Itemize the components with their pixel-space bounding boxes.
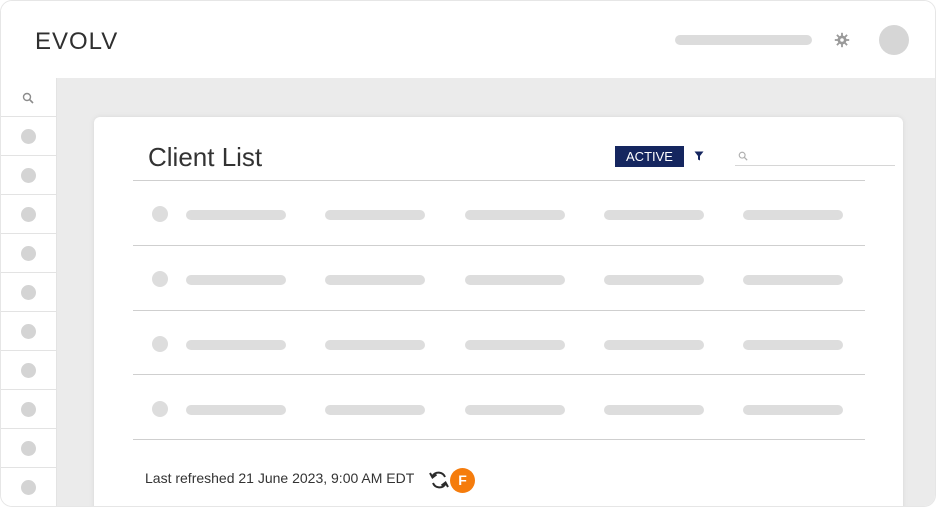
- sidebar-search[interactable]: [1, 78, 56, 117]
- gear-icon[interactable]: [833, 31, 851, 49]
- sidebar-item[interactable]: [1, 234, 56, 273]
- top-bar: EVOLV: [1, 1, 935, 78]
- nav-icon: [21, 129, 36, 144]
- cell-placeholder: [604, 275, 704, 285]
- cell-placeholder: [604, 340, 704, 350]
- user-badge[interactable]: F: [450, 468, 475, 493]
- main-content: Client List ACTIVE Last refreshed 21 Jun…: [57, 78, 935, 506]
- cell-placeholder: [325, 405, 425, 415]
- table-row[interactable]: [133, 311, 865, 375]
- divider: [133, 374, 865, 375]
- nav-icon: [21, 363, 36, 378]
- search-icon: [22, 92, 34, 104]
- sidebar-item[interactable]: [1, 117, 56, 156]
- row-avatar: [152, 271, 168, 287]
- search-field[interactable]: [735, 146, 895, 166]
- app-logo: EVOLV: [35, 28, 119, 55]
- refresh-icon[interactable]: [428, 470, 450, 490]
- divider: [133, 439, 865, 440]
- sidebar: [1, 78, 57, 506]
- cell-placeholder: [604, 210, 704, 220]
- row-avatar: [152, 401, 168, 417]
- search-icon: [738, 151, 748, 161]
- cell-placeholder: [186, 210, 286, 220]
- sidebar-item[interactable]: [1, 195, 56, 234]
- search-input[interactable]: [753, 146, 893, 165]
- row-avatar: [152, 206, 168, 222]
- table-row[interactable]: [133, 246, 865, 310]
- cell-placeholder: [604, 405, 704, 415]
- cell-placeholder: [743, 210, 843, 220]
- cell-placeholder: [325, 275, 425, 285]
- cell-placeholder: [465, 340, 565, 350]
- row-avatar: [152, 336, 168, 352]
- status-badge[interactable]: ACTIVE: [615, 146, 684, 167]
- sidebar-item[interactable]: [1, 156, 56, 195]
- cell-placeholder: [743, 405, 843, 415]
- cell-placeholder: [465, 210, 565, 220]
- cell-placeholder: [186, 275, 286, 285]
- app-window: EVOLV Client List ACTIVE Last refreshed …: [0, 0, 936, 507]
- nav-icon: [21, 285, 36, 300]
- nav-icon: [21, 168, 36, 183]
- cell-placeholder: [325, 210, 425, 220]
- cell-placeholder: [743, 275, 843, 285]
- sidebar-item[interactable]: [1, 390, 56, 429]
- filter-icon[interactable]: [694, 151, 704, 161]
- nav-icon: [21, 402, 36, 417]
- cell-placeholder: [186, 405, 286, 415]
- nav-icon: [21, 480, 36, 495]
- cell-placeholder: [465, 405, 565, 415]
- last-refreshed-text: Last refreshed 21 June 2023, 9:00 AM EDT: [145, 470, 415, 486]
- cell-placeholder: [743, 340, 843, 350]
- nav-icon: [21, 207, 36, 222]
- nav-icon: [21, 441, 36, 456]
- table-row[interactable]: [133, 181, 865, 245]
- nav-icon: [21, 246, 36, 261]
- sidebar-item[interactable]: [1, 429, 56, 468]
- sidebar-item[interactable]: [1, 468, 56, 506]
- sidebar-item[interactable]: [1, 351, 56, 390]
- sidebar-item[interactable]: [1, 312, 56, 351]
- table-row[interactable]: [133, 376, 865, 440]
- client-list-card: Client List ACTIVE Last refreshed 21 Jun…: [94, 117, 903, 506]
- cell-placeholder: [465, 275, 565, 285]
- avatar[interactable]: [879, 25, 909, 55]
- sidebar-item[interactable]: [1, 273, 56, 312]
- cell-placeholder: [186, 340, 286, 350]
- cell-placeholder: [325, 340, 425, 350]
- page-title: Client List: [148, 142, 263, 172]
- header-placeholder-bar: [675, 35, 812, 45]
- nav-icon: [21, 324, 36, 339]
